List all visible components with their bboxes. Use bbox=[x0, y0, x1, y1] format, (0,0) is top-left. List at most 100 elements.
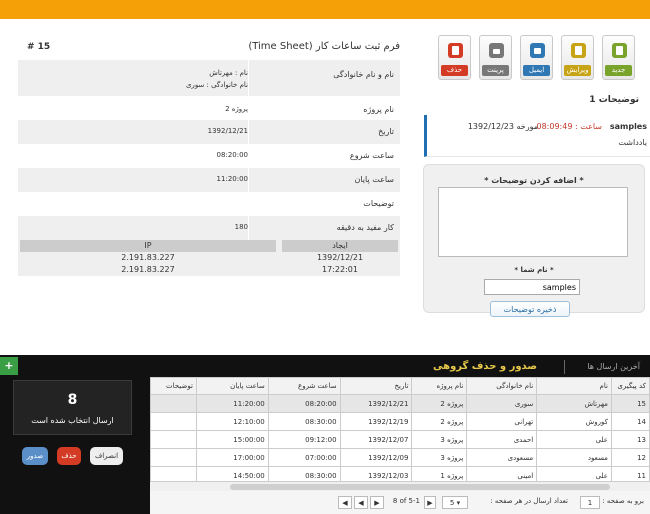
email-button[interactable]: ایمیل bbox=[520, 35, 553, 80]
cell: 15:00:00 bbox=[195, 430, 269, 449]
cell: 1392/12/19 bbox=[339, 412, 413, 431]
column-header[interactable]: نام خانوادگی bbox=[466, 377, 538, 395]
cell: کوروش bbox=[536, 412, 612, 431]
form-row: توضیحات bbox=[18, 192, 400, 216]
table-row[interactable]: 14:50:00 08:30:00 1392/12/03 پروژه 1 امینی عل… bbox=[150, 466, 650, 481]
new-button[interactable]: جدید bbox=[602, 35, 635, 80]
per-page-select[interactable]: 5 ▾ bbox=[442, 496, 468, 509]
last-page-button[interactable]: ▶ bbox=[424, 496, 436, 509]
cell bbox=[150, 448, 197, 467]
per-page-value: 5 bbox=[449, 499, 455, 507]
toolbar: جدید ویرایش ایمیل پرینت حذف bbox=[432, 35, 638, 80]
table-row[interactable]: 12:10:00 08:30:00 1392/12/19 پروژه 2 تهرانی ک… bbox=[150, 412, 650, 431]
delete-icon bbox=[448, 43, 463, 58]
note-user: samples bbox=[609, 122, 647, 131]
cell bbox=[150, 394, 197, 413]
cell: 07:00:00 bbox=[267, 448, 341, 467]
save-notes-button[interactable]: ذخیره توضیحات bbox=[490, 301, 570, 317]
next-page-button[interactable]: ▶ bbox=[370, 496, 384, 509]
grid-header-row: توضیحات ساعت پایان ساعت شروع تاریخ نام پ… bbox=[150, 377, 650, 395]
form-row: ساعت پایان 11:20:00 bbox=[18, 168, 400, 192]
field-label: ساعت شروع bbox=[349, 151, 394, 160]
cell: 14 bbox=[610, 412, 650, 431]
form-row: نام پروژه پروژه 2 bbox=[18, 98, 400, 122]
column-header[interactable]: تاریخ bbox=[339, 377, 413, 395]
add-note-label: * اضافه کردن توضیحات * bbox=[484, 176, 584, 185]
issue-button[interactable]: صدور bbox=[22, 447, 48, 465]
print-icon bbox=[489, 43, 504, 58]
row-separator bbox=[248, 168, 249, 192]
cell: پروژه 2 bbox=[411, 412, 468, 431]
name-input[interactable] bbox=[484, 279, 580, 295]
cell bbox=[150, 412, 197, 431]
cell: مسعود bbox=[536, 448, 612, 467]
column-header[interactable]: ساعت شروع bbox=[267, 377, 341, 395]
cell: مهرتاش bbox=[536, 394, 612, 413]
field-value: 11:20:00 bbox=[216, 175, 248, 183]
records-table: توضیحات ساعت پایان ساعت شروع تاریخ نام پ… bbox=[150, 377, 650, 481]
email-icon bbox=[530, 43, 545, 58]
cell: 09:12:00 bbox=[267, 430, 341, 449]
horizontal-scrollbar[interactable] bbox=[150, 481, 650, 491]
note-textarea[interactable] bbox=[438, 187, 628, 257]
row-separator bbox=[248, 216, 249, 240]
table-row[interactable]: 11:20:00 08:20:00 1392/12/21 پروژه 2 سوری مهر… bbox=[150, 394, 650, 413]
cell: 17:00:00 bbox=[195, 448, 269, 467]
cell: 1392/12/07 bbox=[339, 430, 413, 449]
selection-summary: 8 ارسال انتخاب شده است bbox=[13, 380, 132, 435]
cell: مسعودی bbox=[466, 448, 538, 467]
form-row: کار مفید به دقیقه 180 bbox=[18, 216, 400, 240]
top-bar bbox=[0, 0, 650, 19]
edit-button[interactable]: ویرایش bbox=[561, 35, 594, 80]
batch-panel: + صدور و حذف گروهی آخرین ارسال ها 8 ارسا… bbox=[0, 355, 650, 514]
ip-value: 2.191.83.227 bbox=[121, 265, 175, 274]
print-button[interactable]: پرینت bbox=[479, 35, 512, 80]
created-time: 17:22:01 bbox=[322, 265, 358, 274]
table-row[interactable]: 15:00:00 09:12:00 1392/12/07 پروژه 3 احمدی عل… bbox=[150, 430, 650, 449]
cell bbox=[150, 466, 197, 481]
page-range: 8 of 5-1 bbox=[392, 497, 420, 505]
delete-button[interactable]: حذف bbox=[438, 35, 471, 80]
title-separator bbox=[564, 360, 565, 374]
field-label: توضیحات bbox=[363, 199, 394, 208]
cell: امینی bbox=[466, 466, 538, 481]
column-header[interactable]: ساعت پایان bbox=[195, 377, 269, 395]
prev-page-button[interactable]: ◀ bbox=[354, 496, 368, 509]
note-date: مورخه 1392/12/23 bbox=[467, 122, 538, 131]
first-page-button[interactable]: ◀ bbox=[338, 496, 352, 509]
notes-title: توضیحات 1 bbox=[589, 95, 639, 105]
cell bbox=[150, 430, 197, 449]
edit-label: ویرایش bbox=[564, 65, 591, 76]
created-date: 1392/12/21 bbox=[316, 253, 364, 262]
recent-submissions-link[interactable]: آخرین ارسال ها bbox=[587, 362, 640, 371]
goto-page-input[interactable]: 1 bbox=[580, 496, 600, 509]
batch-delete-button[interactable]: حذف bbox=[57, 447, 81, 465]
field-value: 08:20:00 bbox=[216, 151, 248, 159]
scrollbar-thumb[interactable] bbox=[230, 484, 610, 490]
field-label: کار مفید به دقیقه bbox=[336, 223, 394, 232]
form-row: ساعت شروع 08:20:00 bbox=[18, 144, 400, 168]
cancel-button[interactable]: انصراف bbox=[90, 447, 123, 465]
column-header[interactable]: نام bbox=[536, 377, 612, 395]
created-header: ایجاد bbox=[282, 240, 398, 252]
column-header[interactable]: کد پیگیری bbox=[610, 377, 650, 395]
cell: 12 bbox=[610, 448, 650, 467]
table-row[interactable]: 17:00:00 07:00:00 1392/12/09 پروژه 3 مسعودی م… bbox=[150, 448, 650, 467]
column-header[interactable]: نام پروژه bbox=[411, 377, 468, 395]
expand-button[interactable]: + bbox=[0, 357, 18, 375]
column-header[interactable]: توضیحات bbox=[150, 377, 197, 395]
cell: 13 bbox=[610, 430, 650, 449]
field-label: ساعت پایان bbox=[354, 175, 394, 184]
per-page-label: تعداد ارسال در هر صفحه : bbox=[490, 497, 568, 505]
cell: 11:20:00 bbox=[195, 394, 269, 413]
cell: پروژه 2 bbox=[411, 394, 468, 413]
cell: 11 bbox=[610, 466, 650, 481]
new-label: جدید bbox=[605, 65, 632, 76]
cell: احمدی bbox=[466, 430, 538, 449]
field-value: نام خانوادگی : سوری bbox=[185, 81, 248, 89]
field-value: پروژه 2 bbox=[225, 105, 248, 113]
ip-header: IP bbox=[20, 240, 276, 252]
form-title: فرم ثبت ساعات کار (Time Sheet) bbox=[248, 41, 400, 52]
new-icon bbox=[612, 43, 627, 58]
cell: 15 bbox=[610, 394, 650, 413]
